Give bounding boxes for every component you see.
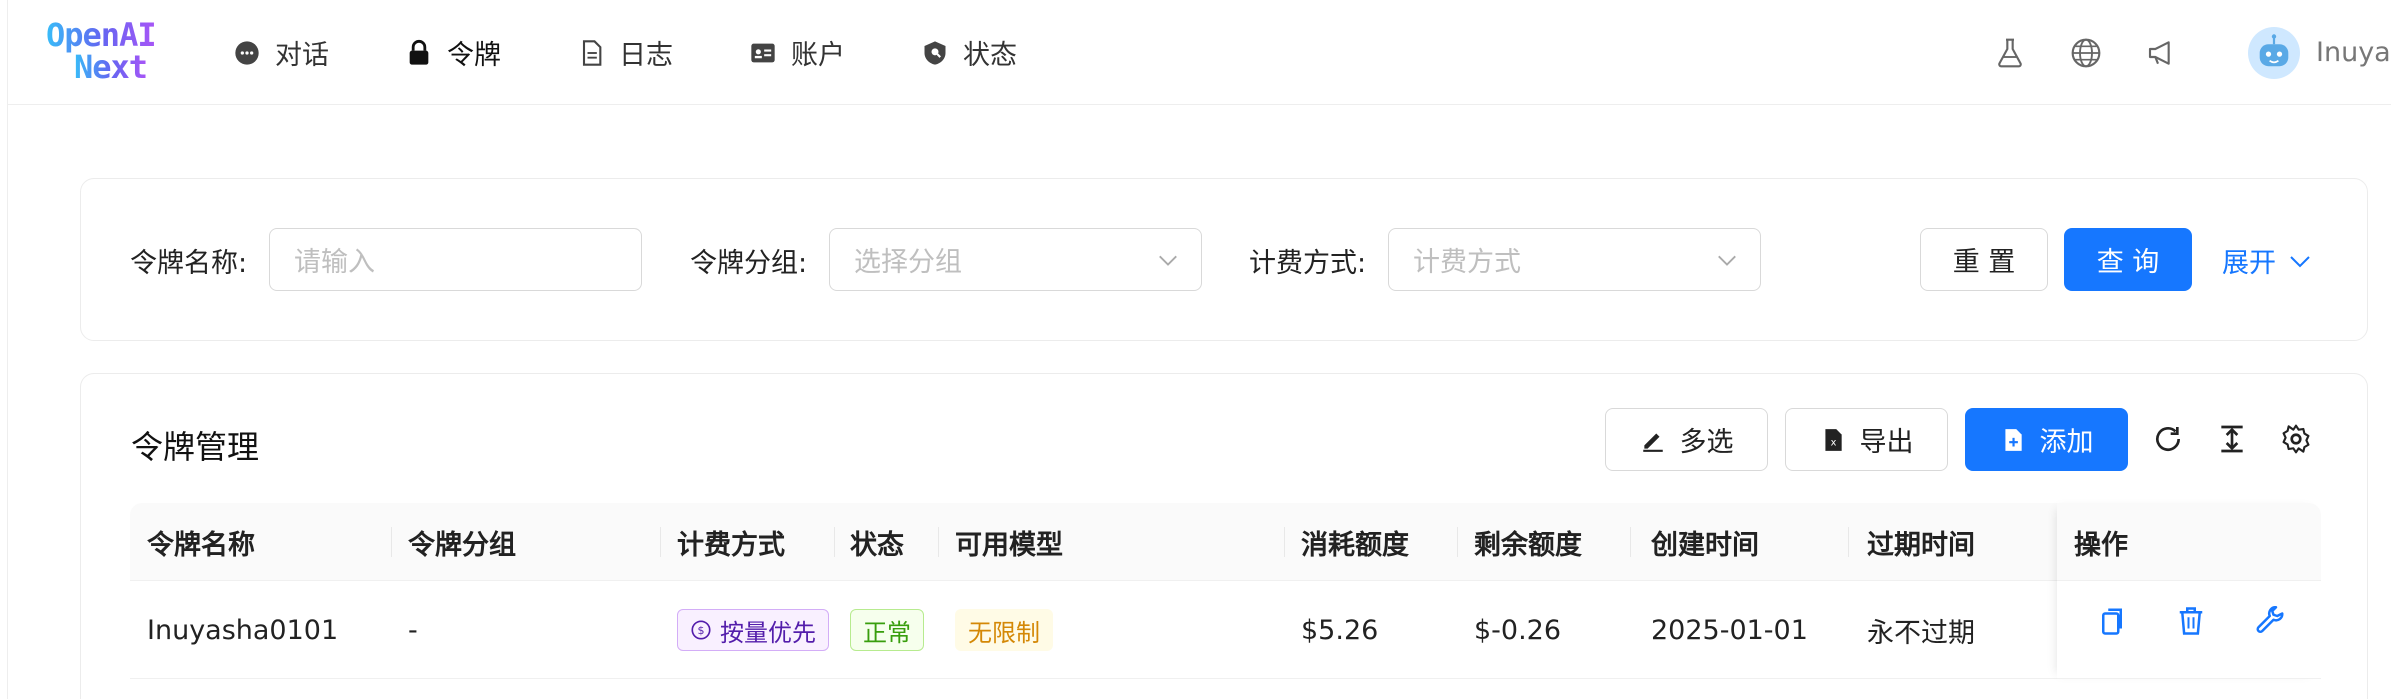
refresh-icon[interactable] <box>2151 422 2185 456</box>
token-name-placeholder: 请输入 <box>294 247 375 278</box>
cell-created: 2025-01-01 <box>1651 614 1808 646</box>
expand-label: 展开 <box>2222 248 2276 279</box>
nav-item-account[interactable]: 账户 <box>749 33 845 72</box>
chevron-down-icon <box>1159 255 1177 266</box>
table-row[interactable]: Inuyasha0101 - $ 按量优先 正常 无限制 $5.26 $-0.2… <box>130 581 2321 679</box>
token-group-label: 令牌分组: <box>690 248 808 279</box>
svg-text:x: x <box>1830 437 1836 448</box>
column-divider <box>1630 527 1631 557</box>
export-label: 导出 <box>1859 427 1914 458</box>
billing-label: 计费方式: <box>1249 248 1367 279</box>
pencil-icon <box>1642 433 1663 452</box>
chevron-down-icon <box>2290 255 2310 267</box>
nav-label-status: 状态 <box>963 40 1017 71</box>
cell-models: 无限制 <box>955 581 1053 679</box>
cell-billing: $ 按量优先 <box>677 581 829 679</box>
column-divider <box>834 527 835 557</box>
nav-label-tokens: 令牌 <box>447 40 501 71</box>
col-token-name[interactable]: 令牌名称 <box>147 503 255 581</box>
chat-bubble-icon <box>235 40 259 65</box>
nav-item-chat[interactable]: 对话 <box>233 33 329 72</box>
cell-token-name: Inuyasha0101 <box>147 614 339 646</box>
multi-select-label: 多选 <box>1679 427 1734 458</box>
column-divider <box>391 527 392 557</box>
username[interactable]: Inuyasha <box>2316 37 2391 68</box>
excel-file-icon: x <box>1824 428 1842 451</box>
top-header: OpenAI Next 对话 令牌 日志 账户 状态 Inuya <box>8 0 2391 105</box>
table-header: 令牌名称 令牌分组 计费方式 状态 可用模型 消耗额度 剩余额度 创建时间 过期… <box>130 503 2321 581</box>
cell-token-group: - <box>408 614 418 646</box>
add-file-icon <box>2004 428 2022 451</box>
column-divider <box>1284 527 1285 557</box>
col-status[interactable]: 状态 <box>850 503 904 581</box>
billing-tag: $ 按量优先 <box>677 609 829 651</box>
multi-select-button[interactable]: 多选 <box>1605 408 1768 471</box>
col-consumed[interactable]: 消耗额度 <box>1301 503 1409 581</box>
col-expires[interactable]: 过期时间 <box>1867 503 1975 581</box>
col-remaining[interactable]: 剩余额度 <box>1474 503 1582 581</box>
left-edge <box>0 0 8 699</box>
wrench-icon[interactable] <box>2254 604 2288 638</box>
column-divider <box>1848 527 1849 557</box>
svg-text:$: $ <box>698 624 705 637</box>
nav-item-logs[interactable]: 日志 <box>577 33 673 72</box>
column-height-icon[interactable] <box>2215 422 2249 456</box>
lock-icon <box>409 39 429 65</box>
token-name-input[interactable]: 请输入 <box>269 228 642 291</box>
col-models[interactable]: 可用模型 <box>955 503 1063 581</box>
cell-consumed: $5.26 <box>1301 614 1379 646</box>
header-right: Inuyasha <box>1992 0 2391 105</box>
nav-label-account: 账户 <box>791 40 845 71</box>
col-created[interactable]: 创建时间 <box>1651 503 1759 581</box>
chevron-down-icon <box>1718 255 1736 266</box>
column-divider <box>1457 527 1458 557</box>
col-billing[interactable]: 计费方式 <box>677 503 785 581</box>
nav-item-tokens[interactable]: 令牌 <box>405 33 501 72</box>
main-nav: 对话 令牌 日志 账户 状态 <box>233 0 1093 105</box>
actions-column-shadow <box>2057 503 2322 679</box>
expand-toggle[interactable]: 展开 <box>2222 241 2312 280</box>
billing-placeholder: 计费方式 <box>1413 247 1521 278</box>
billing-tag-label: 按量优先 <box>720 618 816 647</box>
column-divider <box>938 527 939 557</box>
col-token-group[interactable]: 令牌分组 <box>408 503 516 581</box>
app-logo[interactable]: OpenAI Next <box>40 14 190 86</box>
token-group-select[interactable]: 选择分组 <box>829 228 1202 291</box>
token-table-card: 令牌管理 多选 x 导出 添加 令牌名称 令牌分组 计费方式 状态 可用模型 消… <box>80 373 2368 699</box>
models-tag: 无限制 <box>955 609 1053 651</box>
cell-expires: 永不过期 <box>1867 617 1975 649</box>
megaphone-icon[interactable] <box>2144 35 2180 71</box>
export-button[interactable]: x 导出 <box>1785 408 1948 471</box>
document-icon <box>582 39 602 66</box>
token-name-label: 令牌名称: <box>130 248 248 279</box>
robot-avatar-icon <box>2259 33 2289 66</box>
billing-select[interactable]: 计费方式 <box>1388 228 1761 291</box>
dollar-circle-icon: $ <box>691 620 711 640</box>
cell-remaining: $-0.26 <box>1474 614 1562 646</box>
avatar[interactable] <box>2248 26 2300 79</box>
token-group-placeholder: 选择分组 <box>854 247 962 278</box>
copy-icon[interactable] <box>2095 604 2129 638</box>
nav-label-chat: 对话 <box>275 40 329 71</box>
nav-item-status[interactable]: 状态 <box>921 33 1017 72</box>
shield-icon <box>924 40 946 65</box>
filter-card: 令牌名称: 请输入 令牌分组: 选择分组 计费方式: 计费方式 重 置 查 询 … <box>80 178 2368 341</box>
card-title: 令牌管理 <box>131 428 260 466</box>
delete-trash-icon[interactable] <box>2174 604 2208 638</box>
flask-icon[interactable] <box>1992 35 2028 71</box>
reset-button[interactable]: 重 置 <box>1920 228 2048 291</box>
status-badge: 正常 <box>850 609 924 651</box>
settings-gear-icon[interactable] <box>2279 422 2313 456</box>
add-button[interactable]: 添加 <box>1965 408 2128 471</box>
nav-label-logs: 日志 <box>619 40 673 71</box>
query-button[interactable]: 查 询 <box>2064 228 2192 291</box>
logo-line2: Next <box>74 48 148 86</box>
column-divider <box>660 527 661 557</box>
id-card-icon <box>751 43 775 62</box>
cell-status: 正常 <box>850 581 924 679</box>
add-label: 添加 <box>2039 427 2094 458</box>
globe-icon[interactable] <box>2068 35 2104 71</box>
